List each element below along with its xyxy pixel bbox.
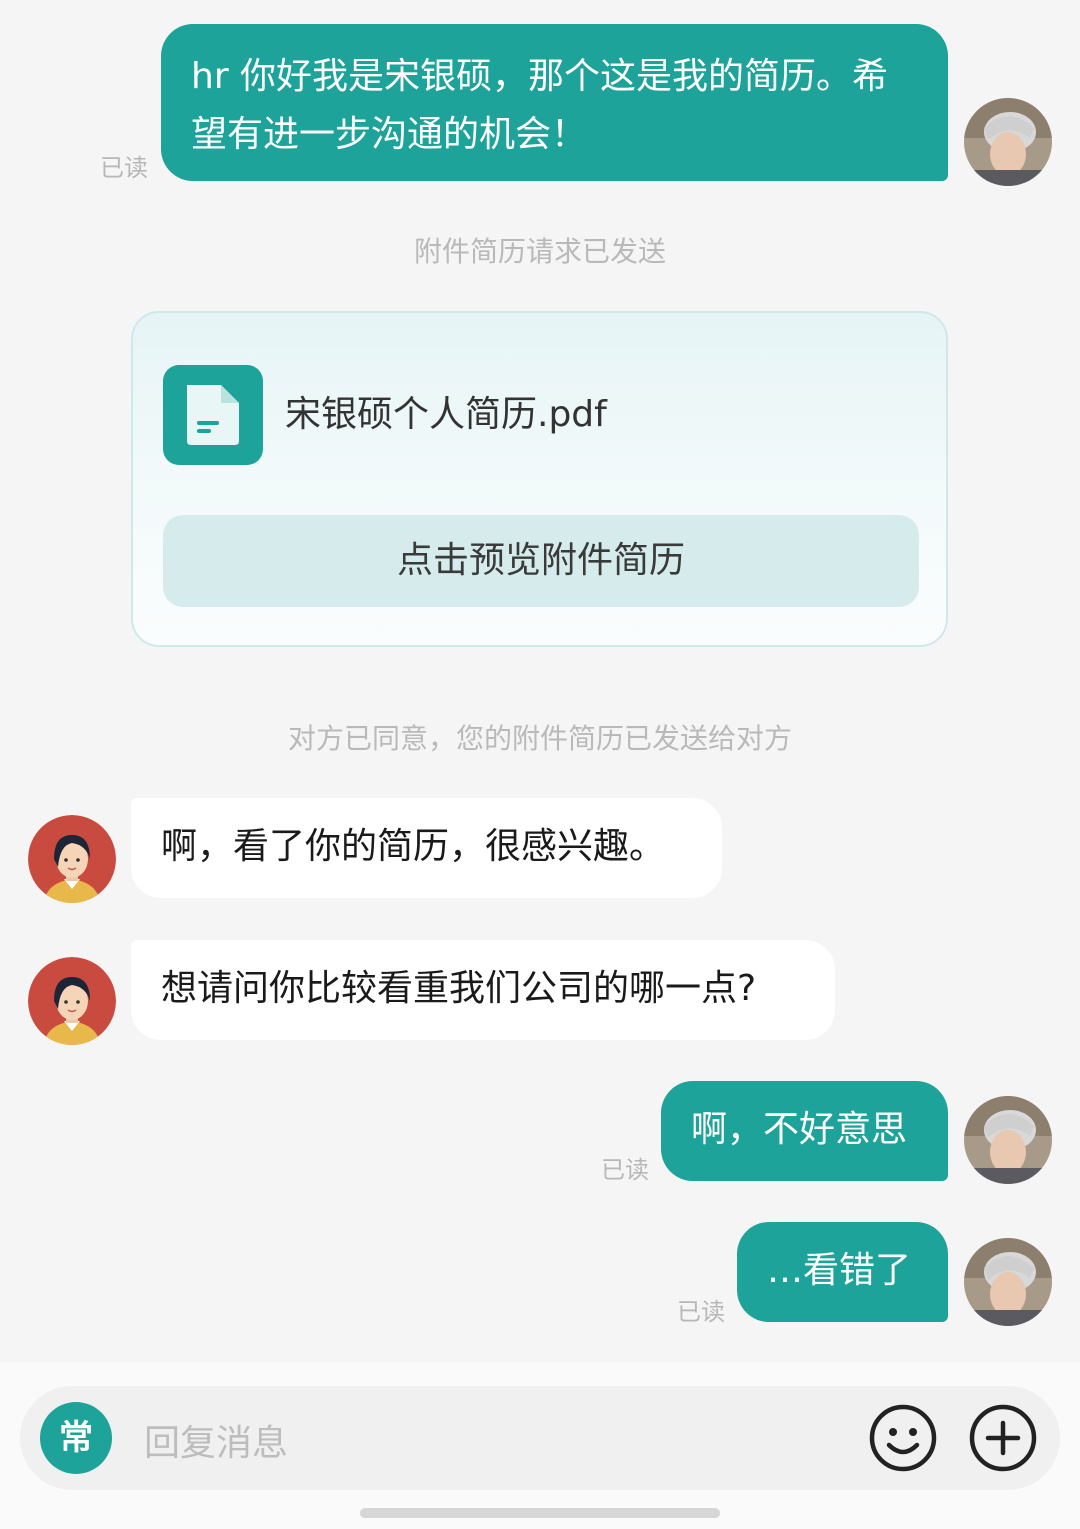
input-bar: 常 回复消息: [0, 1362, 1080, 1529]
system-message-request-sent: 附件简历请求已发送: [413, 235, 666, 268]
hr-avatar-icon: [28, 815, 116, 903]
message-input-container[interactable]: 常 回复消息: [20, 1386, 1060, 1490]
my-message-bubble[interactable]: 啊，不好意思: [661, 1081, 948, 1181]
my-avatar[interactable]: [964, 1238, 1052, 1326]
read-status: 已读: [100, 154, 148, 182]
my-avatar[interactable]: [964, 1096, 1052, 1184]
plus-icon[interactable]: [968, 1403, 1038, 1473]
user-photo-icon: [964, 1096, 1052, 1184]
system-message-agreed: 对方已同意，您的附件简历已发送给对方: [287, 722, 792, 755]
message-input[interactable]: 回复消息: [144, 1414, 288, 1466]
quick-phrase-button[interactable]: 常: [40, 1402, 112, 1474]
my-avatar[interactable]: [964, 98, 1052, 186]
read-status: 已读: [677, 1298, 725, 1326]
smiley-icon[interactable]: [868, 1403, 938, 1473]
read-status: 已读: [601, 1156, 649, 1184]
hr-avatar-icon: [28, 957, 116, 1045]
hr-avatar[interactable]: [28, 815, 116, 903]
hr-avatar[interactable]: [28, 957, 116, 1045]
message-text: 啊，看了你的简历，很感兴趣。: [161, 826, 666, 867]
user-photo-icon: [964, 1238, 1052, 1326]
message-text: 想请问你比较看重我们公司的哪一点?: [161, 968, 757, 1009]
message-text: …看错了: [767, 1250, 912, 1291]
document-icon: [163, 365, 263, 465]
message-text: 啊，不好意思: [691, 1109, 908, 1150]
hr-message-bubble[interactable]: 想请问你比较看重我们公司的哪一点?: [131, 940, 835, 1040]
message-text: hr 你好我是宋银硕，那个这是我的简历。希望有进一步沟通的机会！: [191, 56, 889, 155]
home-indicator: [360, 1508, 720, 1518]
my-message-bubble[interactable]: …看错了: [737, 1222, 948, 1322]
preview-resume-button[interactable]: 点击预览附件简历: [163, 515, 919, 607]
my-message-bubble[interactable]: hr 你好我是宋银硕，那个这是我的简历。希望有进一步沟通的机会！: [161, 24, 948, 181]
attachment-card[interactable]: 宋银硕个人简历.pdf 点击预览附件简历: [131, 311, 948, 647]
attachment-file-name: 宋银硕个人简历.pdf: [285, 394, 607, 435]
hr-message-bubble[interactable]: 啊，看了你的简历，很感兴趣。: [131, 798, 722, 898]
user-photo-icon: [964, 98, 1052, 186]
